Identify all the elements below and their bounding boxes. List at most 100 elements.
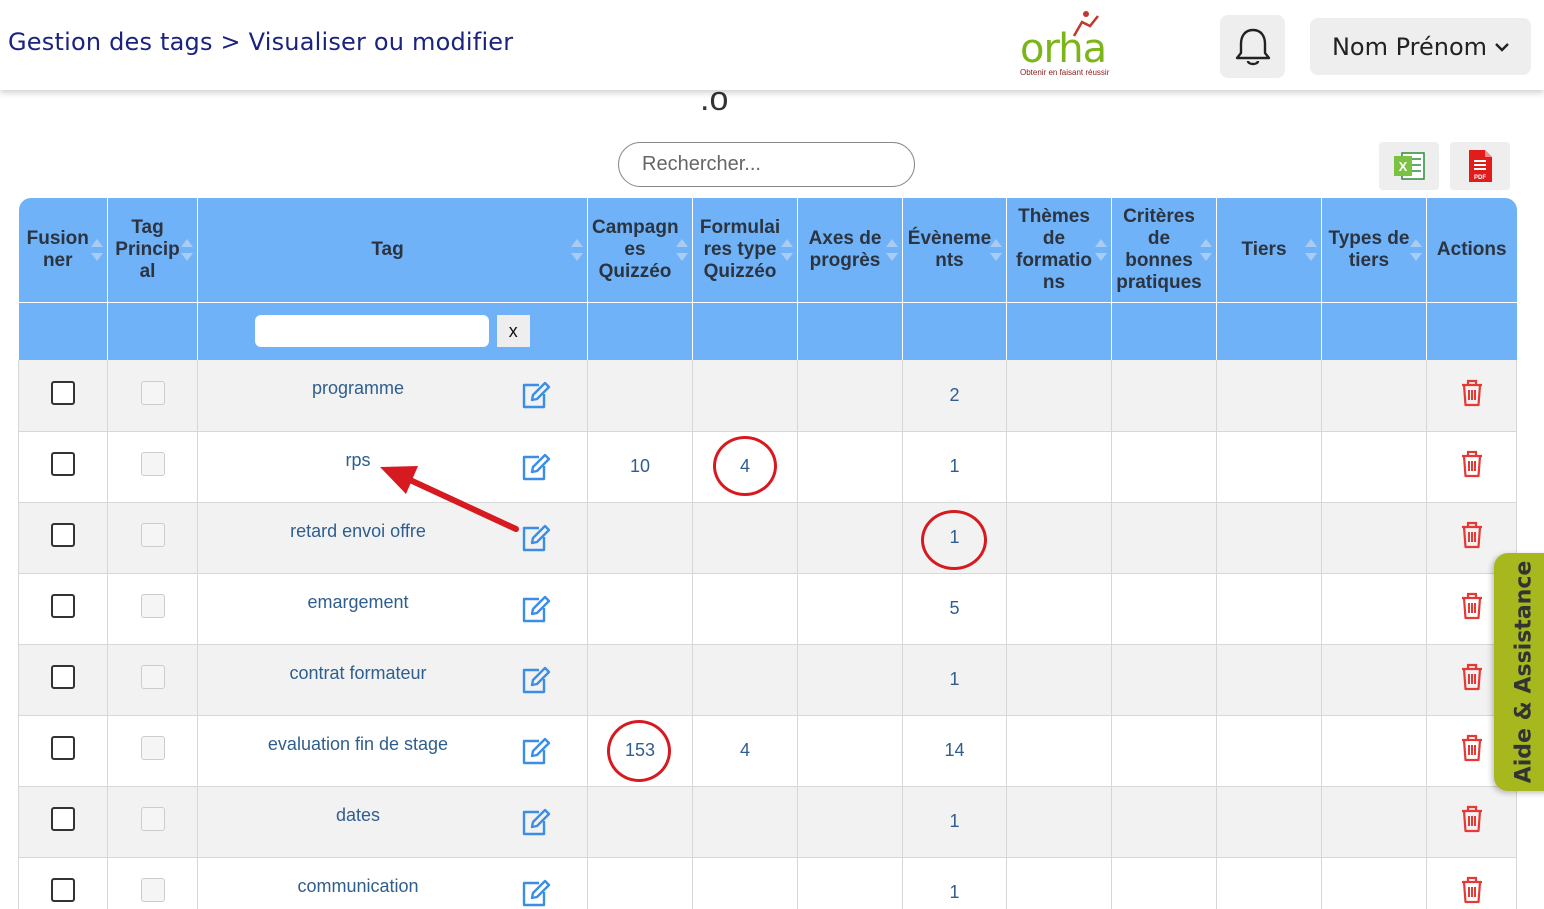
- formulaires-cell[interactable]: [692, 360, 798, 432]
- evenements-cell[interactable]: 1: [902, 786, 1007, 858]
- fusionner-checkbox[interactable]: [51, 452, 75, 476]
- col-header-fusionner[interactable]: Fusion ner: [18, 198, 108, 302]
- help-assistance-tab[interactable]: Aide & Assistance: [1494, 553, 1544, 791]
- trash-icon[interactable]: [1458, 662, 1486, 697]
- tag-cell: evaluation fin de stage: [197, 715, 588, 787]
- fusionner-checkbox[interactable]: [51, 878, 75, 902]
- col-header-criteres[interactable]: Critères de bonnes pratiques: [1111, 198, 1217, 302]
- tag-cell: rps: [197, 431, 588, 503]
- table-row: communication 1: [18, 857, 1517, 909]
- tag-name[interactable]: dates: [198, 805, 518, 826]
- tag-name[interactable]: retard envoi offre: [198, 521, 518, 542]
- edit-icon[interactable]: [519, 807, 551, 842]
- formulaires-cell[interactable]: [692, 644, 798, 716]
- evenements-cell[interactable]: 5: [902, 573, 1007, 645]
- campagnes-cell[interactable]: [587, 573, 693, 645]
- edit-icon[interactable]: [519, 736, 551, 771]
- tag-name[interactable]: emargement: [198, 592, 518, 613]
- search-input[interactable]: [618, 142, 915, 187]
- campagnes-cell[interactable]: [587, 502, 693, 574]
- col-header-tiers[interactable]: Tiers: [1216, 198, 1322, 302]
- fusionner-checkbox[interactable]: [51, 594, 75, 618]
- tag-name[interactable]: communication: [198, 876, 518, 897]
- edit-icon[interactable]: [519, 452, 551, 487]
- tag-name[interactable]: evaluation fin de stage: [198, 734, 518, 755]
- tag-name[interactable]: programme: [198, 378, 518, 399]
- trash-icon[interactable]: [1458, 875, 1486, 909]
- col-header-formulaires[interactable]: Formulai res type Quizzéo: [692, 198, 798, 302]
- criteres-cell: [1111, 502, 1217, 574]
- axes-cell: [797, 573, 903, 645]
- formulaires-cell[interactable]: [692, 573, 798, 645]
- edit-icon[interactable]: [519, 380, 551, 415]
- export-pdf-button[interactable]: PDF: [1450, 142, 1510, 190]
- formulaires-cell[interactable]: 4: [692, 715, 798, 787]
- types-tiers-cell: [1321, 786, 1427, 858]
- campagnes-cell[interactable]: [587, 786, 693, 858]
- tag-name[interactable]: rps: [198, 450, 518, 471]
- fusionner-checkbox[interactable]: [51, 736, 75, 760]
- fusionner-checkbox[interactable]: [51, 665, 75, 689]
- tag-name[interactable]: contrat formateur: [198, 663, 518, 684]
- criteres-cell: [1111, 857, 1217, 909]
- col-header-axes[interactable]: Axes de progrès: [797, 198, 903, 302]
- evenements-cell[interactable]: 1: [902, 644, 1007, 716]
- col-label: Campagn es Quizzéo: [592, 216, 679, 282]
- fusionner-checkbox[interactable]: [51, 807, 75, 831]
- col-header-tag[interactable]: Tag: [197, 198, 588, 302]
- breadcrumb[interactable]: Gestion des tags > Visualiser ou modifie…: [8, 28, 513, 56]
- fusionner-cell: [18, 715, 108, 787]
- tiers-cell: [1216, 502, 1322, 574]
- export-excel-button[interactable]: X: [1379, 142, 1439, 190]
- tag-principal-checkbox: [140, 878, 165, 902]
- fusionner-checkbox[interactable]: [51, 380, 75, 405]
- table-row: programme 2: [18, 360, 1517, 432]
- fusionner-cell: [18, 502, 108, 574]
- sort-icon: [1095, 238, 1107, 261]
- tag-principal-checkbox: [140, 523, 165, 547]
- trash-icon[interactable]: [1458, 804, 1486, 839]
- formulaires-cell[interactable]: [692, 786, 798, 858]
- evenements-cell[interactable]: 1: [902, 857, 1007, 909]
- col-label: Tag: [371, 238, 404, 260]
- evenements-cell[interactable]: 2: [902, 360, 1007, 432]
- notifications-button[interactable]: [1220, 15, 1285, 78]
- trash-icon[interactable]: [1458, 733, 1486, 768]
- evenements-cell[interactable]: 1: [902, 431, 1007, 503]
- trash-icon[interactable]: [1458, 449, 1486, 484]
- trash-icon[interactable]: [1458, 591, 1486, 626]
- pdf-icon-label: PDF: [1474, 175, 1486, 181]
- axes-cell: [797, 786, 903, 858]
- edit-icon[interactable]: [519, 665, 551, 700]
- fusionner-checkbox[interactable]: [51, 523, 75, 547]
- formulaires-cell[interactable]: [692, 502, 798, 574]
- orha-logo[interactable]: orha Obtenir en faisant réussir: [1016, 8, 1112, 80]
- col-header-themes[interactable]: Thèmes de formatio ns: [1006, 198, 1112, 302]
- tag-principal-cell: [107, 857, 198, 909]
- axes-cell: [797, 431, 903, 503]
- tag-filter-clear-button[interactable]: x: [496, 315, 530, 348]
- edit-icon[interactable]: [519, 523, 551, 558]
- col-header-types-tiers[interactable]: Types de tiers: [1321, 198, 1427, 302]
- col-header-campagnes[interactable]: Campagn es Quizzéo: [587, 198, 693, 302]
- formulaires-cell[interactable]: [692, 857, 798, 909]
- criteres-cell: [1111, 715, 1217, 787]
- col-header-tag-principal[interactable]: Tag Princip al: [107, 198, 198, 302]
- col-header-evenements[interactable]: Évèneme nts: [902, 198, 1007, 302]
- tiers-cell: [1216, 857, 1322, 909]
- criteres-cell: [1111, 573, 1217, 645]
- evenements-cell[interactable]: 14: [902, 715, 1007, 787]
- axes-cell: [797, 502, 903, 574]
- user-menu-button[interactable]: Nom Prénom: [1310, 18, 1531, 75]
- trash-icon[interactable]: [1458, 378, 1486, 413]
- edit-icon[interactable]: [519, 878, 551, 909]
- campagnes-cell[interactable]: 10: [587, 431, 693, 503]
- tag-principal-cell: [107, 644, 198, 716]
- tag-filter-input[interactable]: [255, 315, 490, 348]
- campagnes-cell[interactable]: [587, 360, 693, 432]
- edit-icon[interactable]: [519, 594, 551, 629]
- trash-icon[interactable]: [1458, 520, 1486, 555]
- pdf-icon: PDF: [1469, 150, 1492, 182]
- campagnes-cell[interactable]: [587, 857, 693, 909]
- campagnes-cell[interactable]: [587, 644, 693, 716]
